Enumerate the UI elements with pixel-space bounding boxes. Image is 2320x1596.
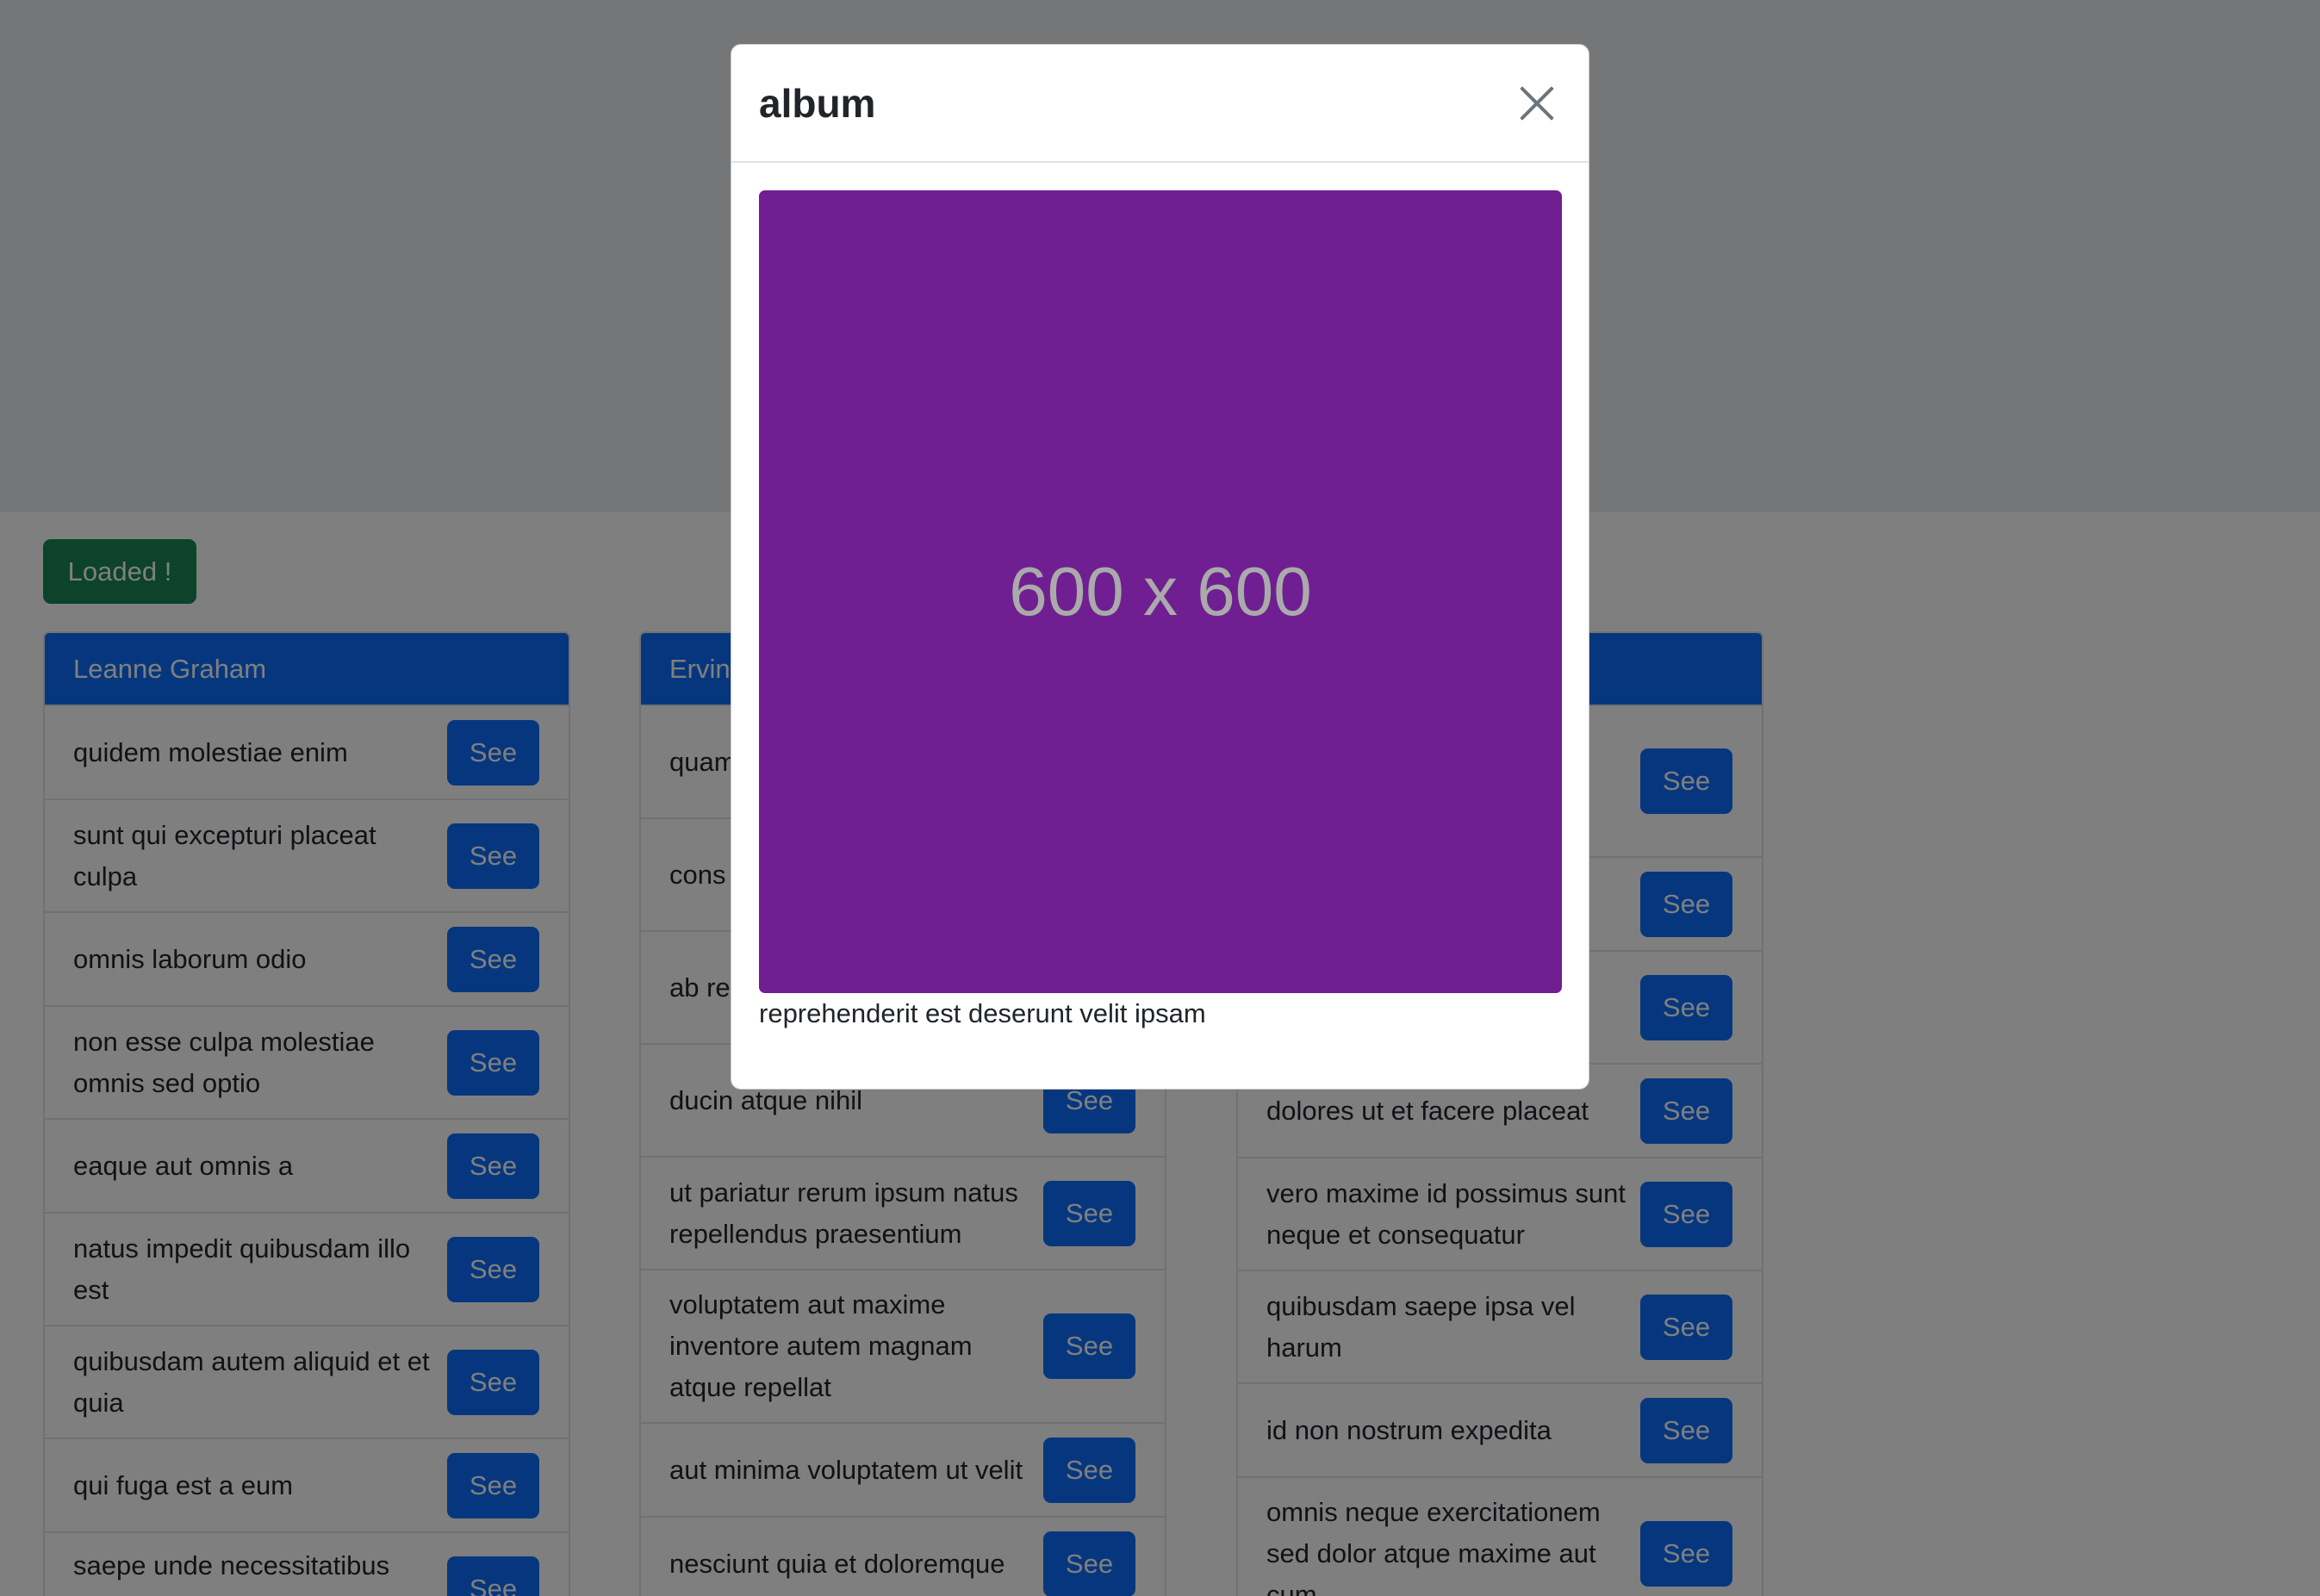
album-photo: 600 x 600 <box>759 190 1562 993</box>
modal-title: album <box>759 80 876 126</box>
photo-caption: reprehenderit est deserunt velit ipsam <box>759 998 1206 1028</box>
image-size-text: 600 x 600 <box>1009 553 1312 630</box>
album-modal: album 600 x 600 reprehenderit est deseru… <box>731 44 1589 1090</box>
close-icon[interactable] <box>1513 79 1561 127</box>
modal-body: 600 x 600 reprehenderit est deserunt vel… <box>731 163 1589 1057</box>
modal-header: album <box>731 45 1589 163</box>
